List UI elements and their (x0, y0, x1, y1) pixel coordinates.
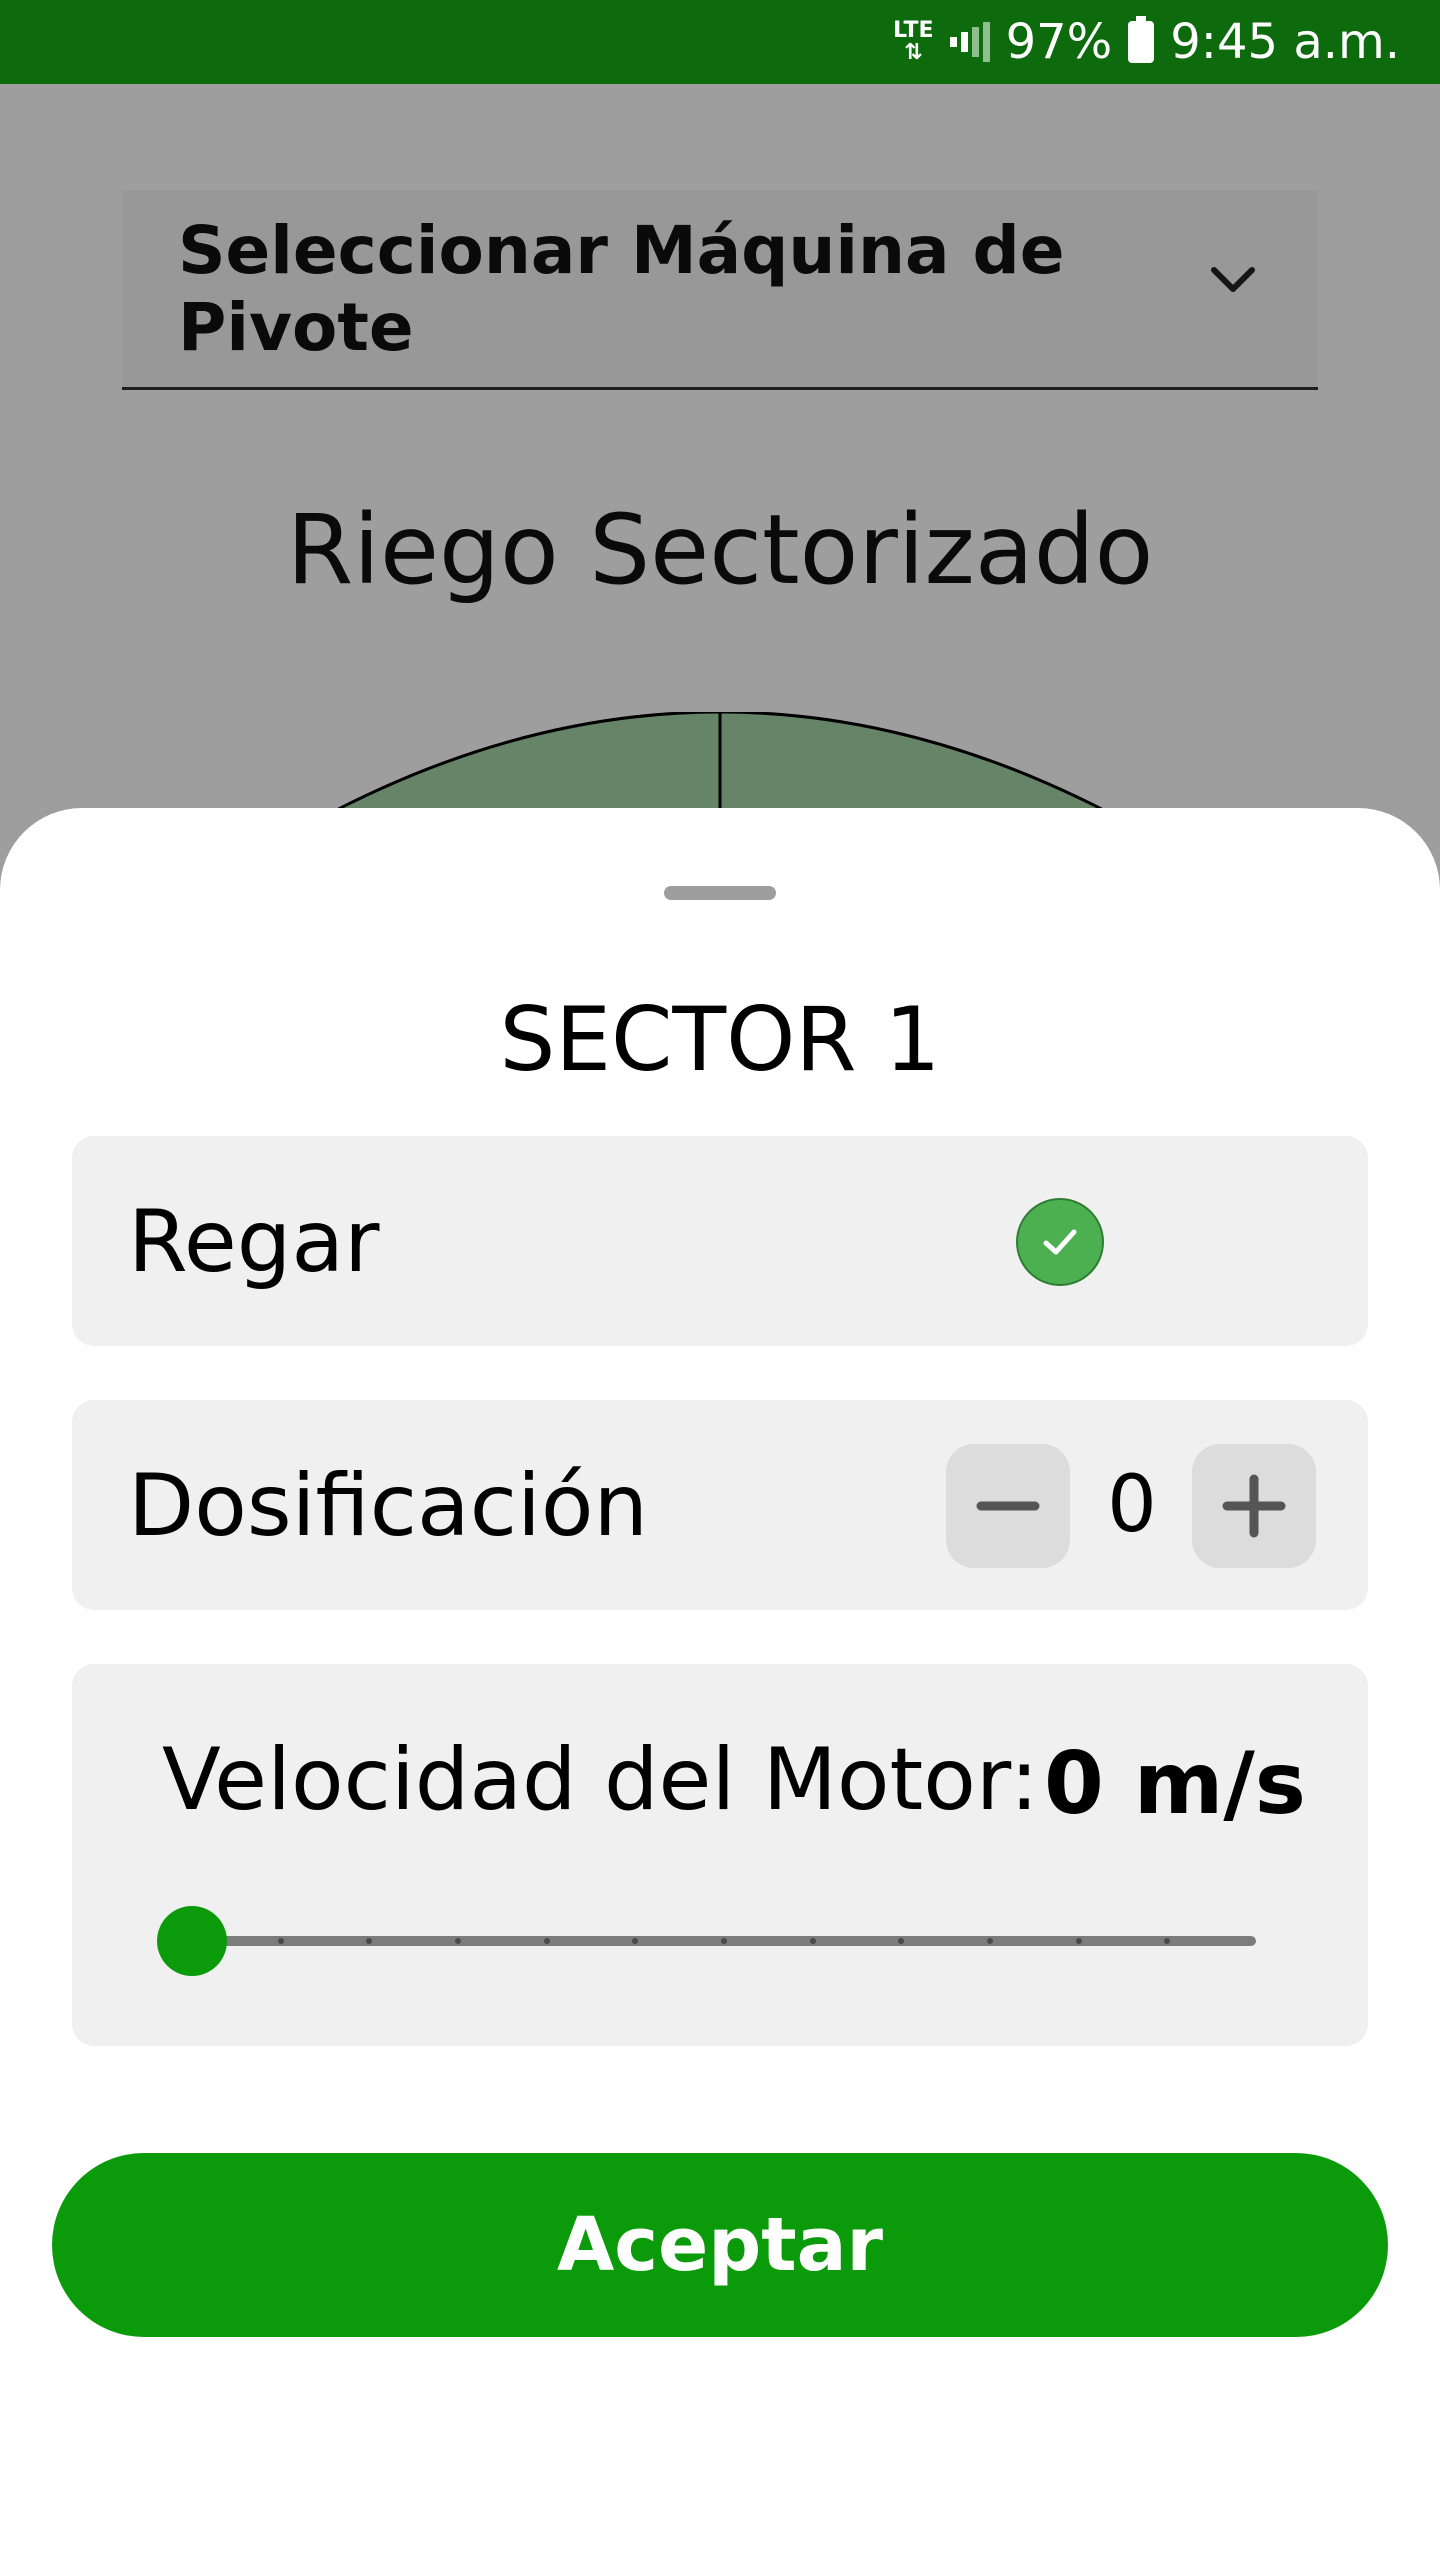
slider-tick (277, 1938, 284, 1944)
slider-tick (1075, 1938, 1082, 1944)
drag-handle[interactable] (664, 886, 776, 900)
data-arrows-icon: ⇅ (904, 40, 923, 65)
regar-label: Regar (128, 1192, 380, 1292)
battery-percent: 97% (1005, 14, 1113, 70)
network-label: LTE (893, 18, 934, 43)
sheet-title: SECTOR 1 (499, 988, 941, 1091)
velocidad-value: 0 m/s (1044, 1734, 1306, 1834)
regar-checkbox[interactable] (1016, 1198, 1104, 1286)
lte-icon: LTE ⇅ (893, 20, 933, 64)
dosificacion-label: Dosificación (128, 1456, 648, 1556)
bottom-sheet: SECTOR 1 Regar Dosificación 0 Velocidad … (0, 808, 1440, 2560)
plus-icon (1222, 1474, 1286, 1538)
dosificacion-row: Dosificación 0 (72, 1400, 1368, 1610)
dosificacion-value: 0 (1107, 1460, 1157, 1550)
minus-icon (976, 1501, 1040, 1511)
slider-tick (455, 1938, 461, 1944)
velocidad-row: Velocidad del Motor: 0 m/s (72, 1664, 1368, 2046)
slider-tick (987, 1938, 993, 1944)
check-icon (1043, 1229, 1077, 1255)
slider-tick (809, 1938, 816, 1944)
screen: Seleccionar Máquina de Pivote Riego Sect… (0, 0, 1440, 2560)
slider-tick (721, 1938, 727, 1944)
battery-icon (1128, 16, 1155, 63)
status-bar: LTE ⇅ 97% 9:45 a.m. (0, 0, 1440, 84)
motor-speed-slider[interactable] (152, 1900, 1286, 1980)
clock: 9:45 a.m. (1170, 14, 1400, 70)
slider-thumb[interactable] (157, 1906, 227, 1976)
increment-button[interactable] (1192, 1444, 1316, 1568)
decrement-button[interactable] (946, 1444, 1070, 1568)
velocidad-label: Velocidad del Motor: (162, 1730, 1039, 1830)
slider-tick (543, 1938, 550, 1944)
signal-icon (949, 22, 990, 62)
accept-button[interactable]: Aceptar (52, 2153, 1388, 2337)
regar-row: Regar (72, 1136, 1368, 1346)
